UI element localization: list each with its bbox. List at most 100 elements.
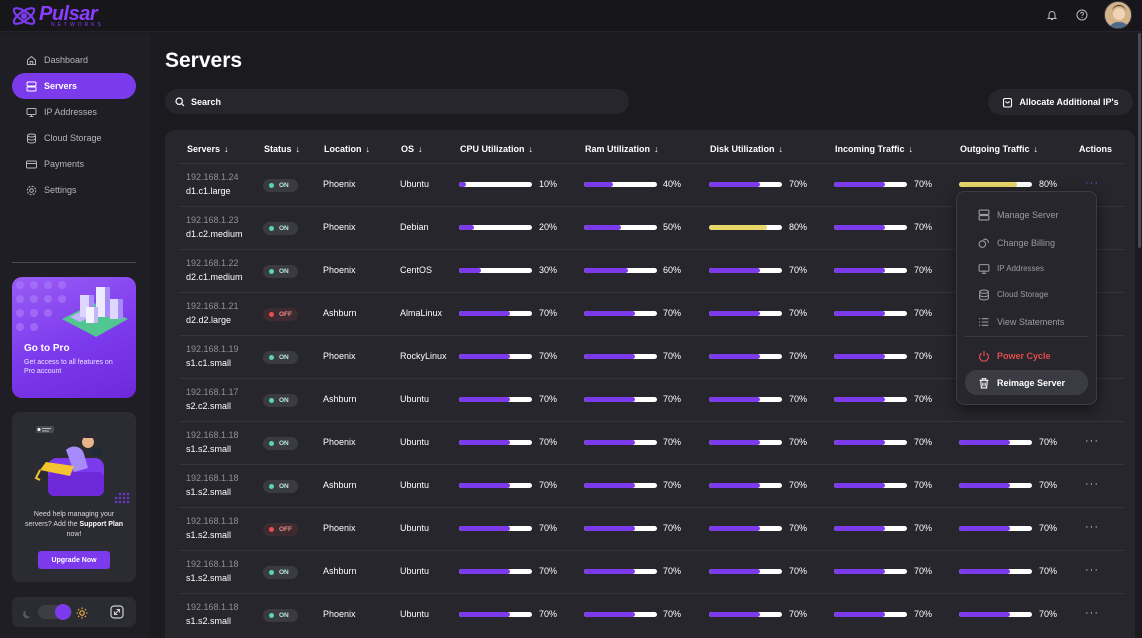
- sort-arrow-icon: ↓: [1033, 144, 1039, 154]
- table-row[interactable]: 192.168.1.18 s1.s2.small ON Ashburn Ubuntu 70…: [179, 464, 1124, 507]
- allocate-ips-button[interactable]: Allocate Additional IP's: [988, 89, 1133, 115]
- sidebar-item-ip-addresses[interactable]: IP Addresses: [12, 99, 136, 125]
- row-actions-icon[interactable]: ···: [1085, 177, 1099, 189]
- incoming-bar: [834, 225, 907, 230]
- outgoing-value: 70%: [1039, 609, 1058, 619]
- cpu-bar: [459, 483, 532, 488]
- page-scrollbar[interactable]: [1138, 33, 1141, 248]
- status-label: OFF: [279, 311, 292, 318]
- status-badge: ON: [263, 437, 298, 450]
- incoming-bar: [834, 182, 907, 187]
- sidebar-item-dashboard[interactable]: Dashboard: [12, 47, 136, 73]
- moon-icon[interactable]: [23, 606, 34, 624]
- outgoing-value: 70%: [1039, 566, 1058, 576]
- column-header-servers[interactable]: Servers ↓: [187, 144, 229, 154]
- menu-item-cloud-storage[interactable]: Cloud Storage: [965, 282, 1088, 307]
- cpu-bar: [459, 440, 532, 445]
- sort-arrow-icon: ↓: [528, 144, 534, 154]
- server-hostname: s2.c2.small: [186, 401, 232, 411]
- pro-description: Get access to all features on Pro accoun…: [24, 359, 113, 375]
- status-badge: ON: [263, 394, 298, 407]
- location-cell: Phoenix: [323, 437, 356, 447]
- sidebar-item-payments[interactable]: Payments: [12, 151, 136, 177]
- ram-bar-fill: [584, 483, 636, 488]
- column-header-outgoing-traffic[interactable]: Outgoing Traffic ↓: [960, 144, 1038, 154]
- user-avatar[interactable]: [1104, 1, 1132, 29]
- table-row[interactable]: 192.168.1.18 s1.s2.small ON Phoenix Ubuntu 70…: [179, 421, 1124, 464]
- table-row[interactable]: 192.168.1.18 s1.s2.small ON Phoenix Ubuntu 70…: [179, 593, 1124, 636]
- server-hostname: s1.s2.small: [186, 444, 232, 454]
- pro-illustration: [16, 281, 128, 337]
- sort-arrow-icon: ↓: [908, 144, 914, 154]
- server-ip: 192.168.1.18: [186, 602, 239, 612]
- sort-arrow-icon: ↓: [654, 144, 659, 154]
- row-actions-icon[interactable]: ···: [1085, 521, 1099, 533]
- cpu-bar: [459, 225, 532, 230]
- sidebar-item-cloud-storage[interactable]: Cloud Storage: [12, 125, 136, 151]
- status-label: ON: [279, 612, 289, 619]
- menu-item-view-statements[interactable]: View Statements: [965, 309, 1088, 334]
- column-header-label: Status: [264, 144, 292, 154]
- bell-icon[interactable]: [1044, 7, 1060, 23]
- row-actions-icon[interactable]: ···: [1085, 435, 1099, 447]
- sidebar-item-settings[interactable]: Settings: [12, 177, 136, 203]
- status-label: OFF: [279, 526, 292, 533]
- cpu-value: 70%: [539, 308, 558, 318]
- menu-item-manage-server[interactable]: Manage Server: [965, 202, 1088, 227]
- power-icon: [979, 350, 989, 362]
- table-row[interactable]: 192.168.1.18 s1.s2.small ON Ashburn Ubuntu 70…: [179, 550, 1124, 593]
- go-pro-card[interactable]: Go to Pro Get access to all features on …: [12, 277, 136, 398]
- server-icon: [978, 209, 990, 220]
- menu-item-power-cycle[interactable]: Power Cycle: [965, 343, 1088, 368]
- column-header-status[interactable]: Status ↓: [264, 144, 300, 154]
- status-badge: OFF: [263, 308, 298, 321]
- brand-logo[interactable]: Pulsar NETWORKS: [10, 2, 104, 30]
- column-header-location[interactable]: Location ↓: [324, 144, 370, 154]
- menu-item-ip-addresses[interactable]: IP Addresses: [965, 256, 1088, 281]
- column-header-disk-utilization[interactable]: Disk Utilization ↓: [710, 144, 783, 154]
- server-ip: 192.168.1.21: [186, 301, 239, 311]
- disk-bar-fill: [709, 268, 761, 273]
- sidebar-item-label: Payments: [44, 159, 85, 169]
- table-row[interactable]: 192.168.1.18 s1.s2.small OFF Phoenix Ubuntu 7…: [179, 507, 1124, 550]
- theme-toggle[interactable]: [38, 604, 72, 620]
- expand-icon[interactable]: [110, 605, 124, 624]
- upgrade-now-button[interactable]: Upgrade Now: [38, 551, 110, 569]
- column-header-cpu-utilization[interactable]: CPU Utilization ↓: [460, 144, 533, 154]
- os-cell: Ubuntu: [400, 609, 430, 619]
- ram-bar-fill: [584, 311, 636, 316]
- location-cell: Ashburn: [323, 394, 357, 404]
- ram-bar: [584, 569, 657, 574]
- sun-icon[interactable]: [76, 606, 88, 624]
- ram-bar-fill: [584, 225, 621, 230]
- column-header-label: Disk Utilization: [710, 144, 775, 154]
- status-label: ON: [279, 440, 289, 447]
- search-input[interactable]: Search: [165, 89, 629, 114]
- help-icon[interactable]: [1074, 7, 1090, 23]
- menu-item-reimage-server[interactable]: Reimage Server: [965, 370, 1088, 395]
- status-label: ON: [279, 225, 289, 232]
- column-header-actions[interactable]: Actions: [1079, 144, 1112, 154]
- row-actions-icon[interactable]: ···: [1085, 478, 1099, 490]
- menu-item-change-billing[interactable]: Change Billing: [965, 230, 1088, 255]
- ram-bar-fill: [584, 440, 636, 445]
- sidebar-item-servers[interactable]: Servers: [12, 73, 136, 99]
- location-cell: Phoenix: [323, 523, 356, 533]
- server-hostname: d2.d2.large: [186, 315, 232, 325]
- os-cell: Ubuntu: [400, 566, 430, 576]
- ram-value: 70%: [663, 566, 682, 576]
- column-header-os[interactable]: OS ↓: [401, 144, 423, 154]
- ram-value: 70%: [663, 308, 682, 318]
- status-dot: [269, 312, 274, 317]
- column-header-label: OS: [401, 144, 415, 154]
- row-actions-icon[interactable]: ···: [1085, 564, 1099, 576]
- incoming-value: 70%: [914, 351, 933, 361]
- outgoing-value: 70%: [1039, 523, 1058, 533]
- row-actions-icon[interactable]: ···: [1085, 607, 1099, 619]
- column-header-ram-utilization[interactable]: Ram Utilization ↓: [585, 144, 659, 154]
- support-plan-text: Need help managing your servers? Add the…: [22, 510, 126, 540]
- disk-bar-fill: [709, 483, 761, 488]
- os-cell: Ubuntu: [400, 480, 430, 490]
- column-header-incoming-traffic[interactable]: Incoming Traffic ↓: [835, 144, 913, 154]
- os-cell: Ubuntu: [400, 523, 430, 533]
